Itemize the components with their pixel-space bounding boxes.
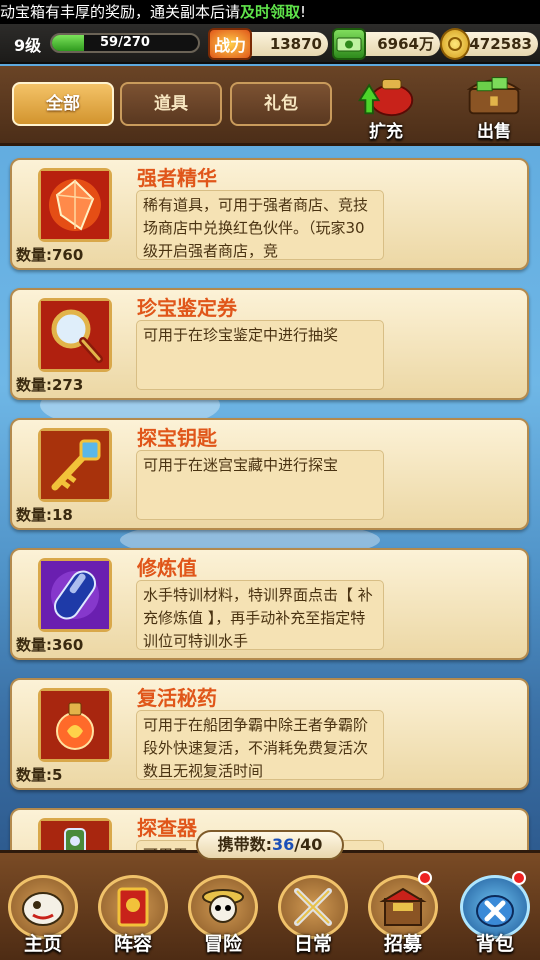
gold-coin-icon	[440, 28, 470, 60]
marquee-text: 动宝箱有丰厚的奖励，通关副本后请	[0, 3, 241, 21]
item-description: 可用于在珍宝鉴定中进行抽奖	[136, 320, 384, 390]
carry-label: 携带数:	[217, 835, 273, 854]
item-name: 探查器	[137, 816, 197, 840]
nav-home[interactable]: 主页	[0, 875, 86, 959]
power-value: 13870	[269, 35, 322, 53]
notification-dot	[512, 871, 526, 885]
key-icon	[38, 428, 112, 502]
item-card[interactable]: 数量:273 珍宝鉴定券 可用于在珍宝鉴定中进行抽奖	[10, 288, 529, 400]
exp-bar: 59/270	[50, 33, 200, 53]
carry-current: 36	[272, 835, 295, 854]
bag-header: 全部 道具 礼包 扩充 出售	[0, 66, 540, 146]
expand-label: 扩充	[369, 122, 403, 142]
item-quantity: 数量:273	[16, 376, 84, 394]
detector-icon	[38, 818, 112, 850]
nav-recruit[interactable]: 招募	[360, 871, 446, 959]
cash-value: 6964万	[377, 35, 434, 53]
announcement-marquee: 动宝箱有丰厚的奖励，通关副本后请及时领取!	[0, 0, 540, 24]
nav-lineup-label: 阵容	[113, 933, 152, 955]
carry-max: /40	[294, 835, 323, 854]
notification-dot	[418, 871, 432, 885]
potion-icon	[38, 688, 112, 762]
item-card[interactable]: 数量:5 复活秘药 可用于在船团争霸中除王者争霸阶段外快速复活，不消耗免费复活次…	[10, 678, 529, 790]
expand-button[interactable]: 扩充	[350, 72, 422, 142]
item-description: 可用于在船团争霸中除王者争霸阶段外快速复活，不消耗免费复活次数且无视复活时间	[136, 710, 384, 780]
nav-adventure[interactable]: 冒险	[180, 875, 266, 959]
item-description: 稀有道具，可用于强者商店、竞技场商店中兑换红色伙伴。（玩家30级开启强者商店，竞	[136, 190, 384, 260]
item-list[interactable]: 数量:760 强者精华 稀有道具，可用于强者商店、竞技场商店中兑换红色伙伴。（玩…	[0, 150, 540, 850]
item-card[interactable]: 数量:18 探宝钥匙 可用于在迷宫宝藏中进行探宝	[10, 418, 529, 530]
item-name: 复活秘药	[137, 686, 217, 710]
item-description: 水手特训材料，特训界面点击【 补充修炼值 】，再手动补充至指定特训位可特训水手	[136, 580, 384, 650]
player-level: 9级	[14, 36, 42, 55]
item-name: 强者精华	[137, 166, 217, 190]
tab-all[interactable]: 全部	[12, 82, 114, 126]
item-quantity: 数量:5	[16, 766, 63, 784]
nav-daily[interactable]: 日常	[270, 875, 356, 959]
crystal-icon	[38, 168, 112, 242]
item-quantity: 数量:18	[16, 506, 73, 524]
nav-home-label: 主页	[23, 933, 62, 955]
item-name: 探宝钥匙	[137, 426, 217, 450]
nav-lineup[interactable]: 阵容	[90, 875, 176, 959]
carry-count: 携带数:36/40	[196, 830, 344, 860]
cash-icon	[332, 28, 366, 60]
nav-adventure-label: 冒险	[203, 933, 242, 955]
sell-button[interactable]: 出售	[458, 72, 530, 142]
item-description: 可用于在迷宫宝藏中进行探宝	[136, 450, 384, 520]
sell-label: 出售	[477, 122, 511, 142]
item-card[interactable]: 数量:760 强者精华 稀有道具，可用于强者商店、竞技场商店中兑换红色伙伴。（玩…	[10, 158, 529, 270]
nav-bag[interactable]: 背包	[452, 871, 538, 959]
tab-gift-packs[interactable]: 礼包	[230, 82, 332, 126]
item-name: 修炼值	[137, 556, 197, 580]
marquee-end: !	[300, 3, 307, 21]
status-bar: 9级 59/270 13870 战力 6964万 472583	[0, 24, 540, 64]
power-icon: 战力	[208, 28, 252, 60]
nav-recruit-label: 招募	[383, 933, 422, 955]
magnifier-icon	[38, 298, 112, 372]
expand-bag-icon	[358, 79, 414, 117]
bottom-nav: 主页 阵容 冒险 日常 招募 背包	[0, 850, 540, 960]
item-card[interactable]: 数量:360 修炼值 水手特训材料，特训界面点击【 补充修炼值 】，再手动补充至…	[10, 548, 529, 660]
treasure-chest-icon	[466, 77, 522, 115]
nav-daily-label: 日常	[293, 933, 332, 955]
item-name: 珍宝鉴定券	[137, 296, 237, 320]
power-label: 战力	[213, 36, 246, 55]
item-quantity: 数量:360	[16, 636, 84, 654]
tab-items[interactable]: 道具	[120, 82, 222, 126]
marquee-highlight: 及时领取	[240, 3, 301, 21]
gold-value: 472583	[469, 35, 532, 53]
nav-bag-label: 背包	[475, 933, 514, 955]
capsule-icon	[38, 558, 112, 632]
exp-text: 59/270	[100, 35, 150, 50]
item-quantity: 数量:760	[16, 246, 84, 264]
